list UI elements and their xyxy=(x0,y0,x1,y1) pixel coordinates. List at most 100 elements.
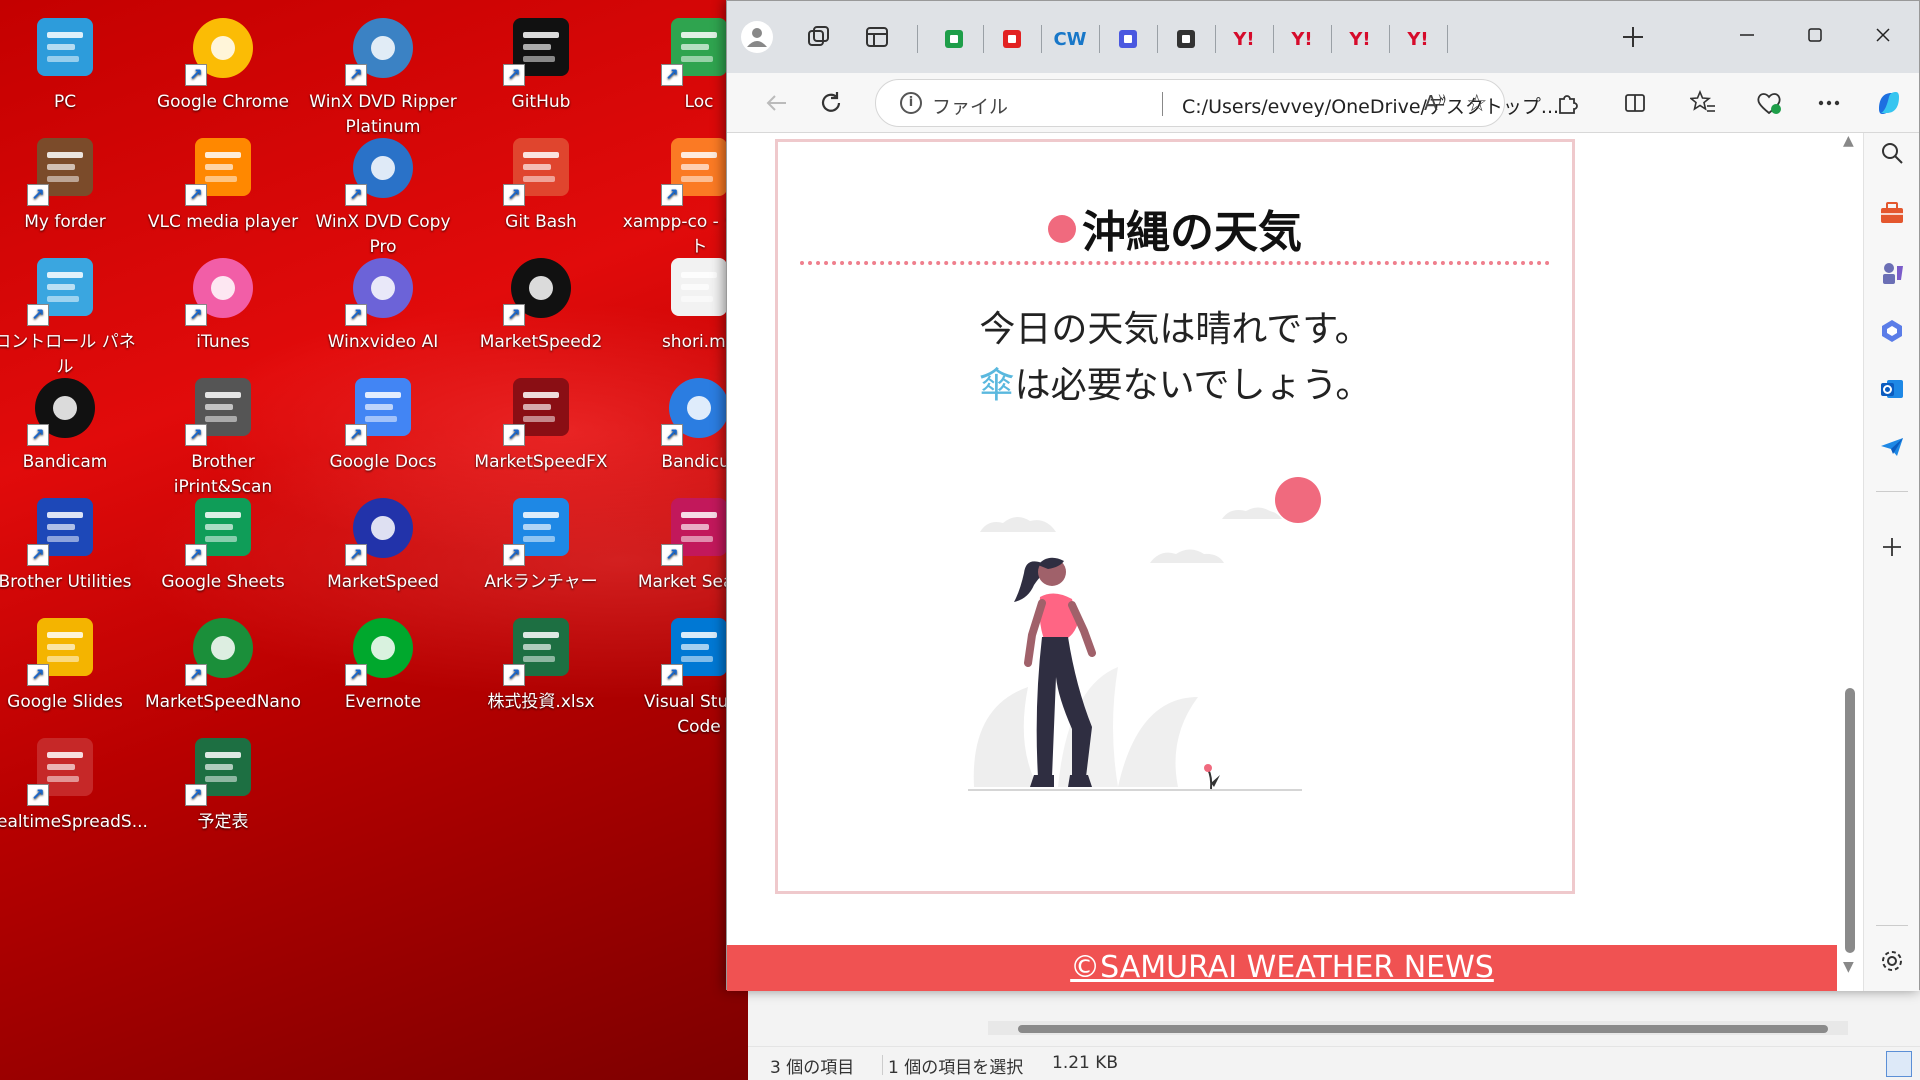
split-screen-button[interactable] xyxy=(1615,83,1655,123)
new-tab-button[interactable] xyxy=(1613,17,1653,57)
copilot-button[interactable] xyxy=(1869,83,1909,123)
desktop-icon[interactable]: ↗ Git Bash xyxy=(462,126,620,235)
explorer-status-bar: 3 個の項目 1 個の項目を選択 1.21 KB xyxy=(748,1046,1920,1080)
github-icon: ↗ xyxy=(503,10,579,86)
shortcut-arrow-icon: ↗ xyxy=(345,544,367,566)
desktop-icon[interactable]: ↗ Winxvideo AI xyxy=(304,246,462,355)
sunny-day-illustration xyxy=(968,477,1321,791)
browser-essentials-button[interactable] xyxy=(1749,83,1789,123)
sidebar-drop-button[interactable] xyxy=(1872,427,1912,467)
close-button[interactable] xyxy=(1861,15,1905,55)
desktop-icon[interactable]: ↗ 株式投資.xlsx xyxy=(462,606,620,715)
page-title: 沖縄の天気 xyxy=(778,196,1572,260)
desktop-icon[interactable]: ↗ Bandicam xyxy=(0,366,144,475)
desktop-icon[interactable]: ↗ Google Sheets xyxy=(144,486,302,595)
read-aloud-icon[interactable]: A)) xyxy=(1424,91,1446,115)
refresh-button[interactable] xyxy=(811,83,851,123)
info-icon[interactable]: i xyxy=(900,92,922,114)
desktop-icon[interactable]: ↗ Arkランチャー xyxy=(462,486,620,595)
sidebar-shopping-button[interactable] xyxy=(1872,193,1912,233)
browser-tab[interactable] xyxy=(983,13,1041,65)
browser-tab[interactable]: Y! xyxy=(1273,13,1331,65)
sidebar-office-button[interactable] xyxy=(1872,311,1912,351)
settings-more-button[interactable] xyxy=(1809,83,1849,123)
desktop-icon[interactable]: ↗ WinX DVD Copy Pro xyxy=(304,126,462,260)
workspaces-button[interactable] xyxy=(799,17,839,57)
sidebar-settings-button[interactable] xyxy=(1872,941,1912,981)
desktop-icon-label: Evernote xyxy=(344,692,422,712)
desktop-icon[interactable]: ↗ コントロール パネル xyxy=(0,246,144,380)
desktop-icon[interactable]: ↗ MarketSpeedFX xyxy=(462,366,620,475)
yahoo-icon: Y! xyxy=(1349,28,1371,50)
sidebar-outlook-button[interactable] xyxy=(1872,369,1912,409)
desktop-icon[interactable]: ↗ Brother Utilities xyxy=(0,486,144,595)
address-separator xyxy=(1162,92,1163,116)
desktop-icon[interactable]: ↗ MarketSpeedNano xyxy=(144,606,302,715)
desktop-icon[interactable]: ↗ WinX DVD Ripper Platinum xyxy=(304,6,462,140)
selection-count: 1 個の項目を選択 xyxy=(888,1058,1024,1078)
address-bar[interactable]: i ファイル C:/Users/evvey/OneDrive/デスクトップ...… xyxy=(875,79,1559,127)
favorite-star-icon[interactable]: ☆ xyxy=(1466,89,1488,117)
sidebar-search-button[interactable] xyxy=(1872,133,1912,173)
yahoo-icon: Y! xyxy=(1233,28,1255,50)
browser-tab[interactable]: Y! xyxy=(1215,13,1273,65)
shortcut-arrow-icon: ↗ xyxy=(661,64,683,86)
extensions-button[interactable] xyxy=(1547,83,1587,123)
browser-tab[interactable]: Y! xyxy=(1389,13,1447,65)
cloud-right xyxy=(1222,507,1282,519)
desktop-icon[interactable]: ↗ RealtimeSpreadS... xyxy=(0,726,148,835)
minimize-button[interactable] xyxy=(1725,15,1769,55)
excel-icon: ↗ xyxy=(503,610,579,686)
sidebar-games-button[interactable] xyxy=(1872,253,1912,293)
back-button[interactable] xyxy=(757,83,797,123)
footer-copyright-link[interactable]: ©SAMURAI WEATHER NEWS xyxy=(727,945,1837,991)
page-vertical-scrollbar[interactable]: ▲ ▼ xyxy=(1837,133,1863,991)
monitor-icon xyxy=(27,10,103,86)
desktop-icon[interactable]: ↗ GitHub xyxy=(462,6,620,115)
desktop-icon[interactable]: ↗ 予定表 xyxy=(144,726,302,835)
desktop-icon[interactable]: PC xyxy=(0,6,144,115)
plus-icon xyxy=(1623,27,1643,47)
person-shoe-right xyxy=(1068,775,1092,787)
browser-tab[interactable] xyxy=(1157,13,1215,65)
flower-leaf xyxy=(1211,775,1220,787)
shortcut-arrow-icon: ↗ xyxy=(503,424,525,446)
scanner-icon: ↗ xyxy=(185,370,261,446)
desktop-icon[interactable]: ↗ MarketSpeed2 xyxy=(462,246,620,355)
desktop-icon-label: 予定表 xyxy=(197,812,249,832)
browser-tab[interactable]: CW xyxy=(1041,13,1099,65)
details-view-button[interactable] xyxy=(1886,1051,1912,1077)
scroll-up-arrow-icon[interactable]: ▲ xyxy=(1843,133,1854,149)
google-slides-icon: ↗ xyxy=(27,610,103,686)
browser-tab[interactable] xyxy=(925,13,983,65)
scroll-down-arrow-icon[interactable]: ▼ xyxy=(1843,959,1854,975)
maximize-button[interactable] xyxy=(1793,15,1837,55)
yahoo-icon: Y! xyxy=(1407,28,1429,50)
profile-button[interactable] xyxy=(737,17,777,57)
scroll-thumb[interactable] xyxy=(1845,688,1855,953)
maximize-icon xyxy=(1808,28,1822,42)
evernote-icon: ↗ xyxy=(345,610,421,686)
sidebar-add-button[interactable] xyxy=(1872,527,1912,567)
item-count: 3 個の項目 xyxy=(770,1058,855,1078)
cloud-mid xyxy=(1150,549,1224,563)
desktop-icon-label: 株式投資.xlsx xyxy=(487,692,595,712)
desktop-icon[interactable]: ↗ My forder xyxy=(0,126,144,235)
desktop-icon[interactable]: ↗ Google Docs xyxy=(304,366,462,475)
marketspeedfx-icon: ↗ xyxy=(503,370,579,446)
desktop-icon[interactable]: ↗ Brother iPrint&Scan xyxy=(144,366,302,500)
favorites-button[interactable] xyxy=(1683,83,1723,123)
browser-tab[interactable] xyxy=(1099,13,1157,65)
desktop-icon[interactable]: ↗ Google Chrome xyxy=(144,6,302,115)
shortcut-arrow-icon: ↗ xyxy=(503,64,525,86)
desktop-icon[interactable]: ↗ MarketSpeed xyxy=(304,486,462,595)
desktop-icon[interactable]: ↗ Google Slides xyxy=(0,606,144,715)
desktop-icon[interactable]: ↗ iTunes xyxy=(144,246,302,355)
explorer-scroll-thumb[interactable] xyxy=(1018,1025,1828,1033)
url-text[interactable]: C:/Users/evvey/OneDrive/デスクトップ... xyxy=(1182,92,1559,119)
shortcut-arrow-icon: ↗ xyxy=(185,184,207,206)
desktop-icon[interactable]: ↗ Evernote xyxy=(304,606,462,715)
browser-tab[interactable]: Y! xyxy=(1331,13,1389,65)
tab-actions-button[interactable] xyxy=(857,17,897,57)
desktop-icon[interactable]: ↗ VLC media player xyxy=(144,126,302,235)
